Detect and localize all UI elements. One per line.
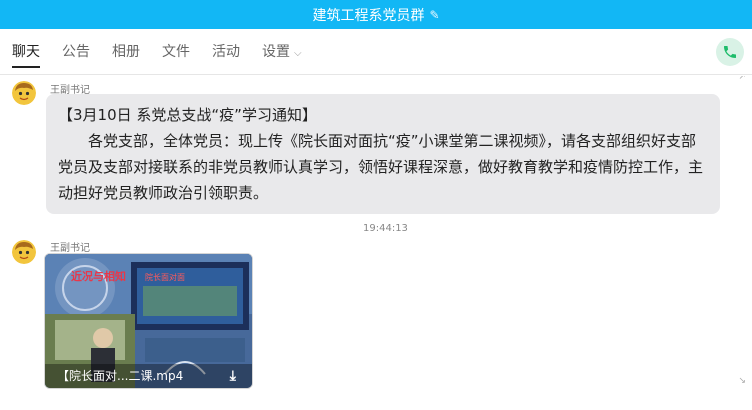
pencil-icon[interactable]: ✎ xyxy=(429,8,439,22)
tab-chat[interactable]: 聊天 xyxy=(12,29,40,75)
emoji-avatar-icon xyxy=(12,81,36,105)
group-title: 建筑工程系党员群 xyxy=(312,7,425,24)
tab-files[interactable]: 文件 xyxy=(162,29,190,75)
download-icon[interactable]: ⤓ xyxy=(230,368,236,384)
message-body: 各党支部，全体党员：现上传《院长面对面抗“疫”小课堂第二课视频》，请各支部组织好… xyxy=(58,132,704,202)
sender-name: 王副书记 xyxy=(50,243,90,254)
chat-area[interactable]: · 王副书记 【3月10日 系党总支战“疫”学习通知】 各党支部，全体党员：现上… xyxy=(0,76,752,410)
tab-activities[interactable]: 活动 xyxy=(212,29,240,75)
message-title: 【3月10日 系党总支战“疫”学习通知】 xyxy=(58,106,317,124)
message-bubble[interactable]: 【3月10日 系党总支战“疫”学习通知】 各党支部，全体党员：现上传《院长面对面… xyxy=(46,94,720,214)
emoji-avatar-icon xyxy=(12,240,36,264)
chevron-down-icon: ⌵ xyxy=(294,47,302,59)
tab-announcements[interactable]: 公告 xyxy=(62,29,90,75)
svg-text:院长面对面: 院长面对面 xyxy=(145,272,185,282)
scroll-up-arrow-icon[interactable]: ↗ xyxy=(738,76,746,82)
video-attachment[interactable]: 近况与相知 院长面对面 【院长面对...二课.mp4 ⤓ xyxy=(44,253,253,389)
clipped-timestamp: · xyxy=(360,76,363,80)
tab-album[interactable]: 相册 xyxy=(112,29,140,75)
avatar[interactable] xyxy=(12,81,36,105)
message-timestamp: 19:44:13 xyxy=(363,223,408,234)
call-button[interactable] xyxy=(716,38,744,66)
phone-icon xyxy=(724,46,736,58)
avatar[interactable] xyxy=(12,240,36,264)
window-titlebar: 建筑工程系党员群 ✎ xyxy=(0,0,752,29)
video-filename: 【院长面对...二课.mp4 xyxy=(45,364,252,388)
scroll-down-arrow-icon[interactable]: ↘ xyxy=(738,376,746,386)
svg-text:近况与相知: 近况与相知 xyxy=(71,269,126,283)
tab-bar: 聊天 公告 相册 文件 活动 设置 ⌵ xyxy=(0,29,752,75)
tab-settings[interactable]: 设置 ⌵ xyxy=(262,29,302,75)
